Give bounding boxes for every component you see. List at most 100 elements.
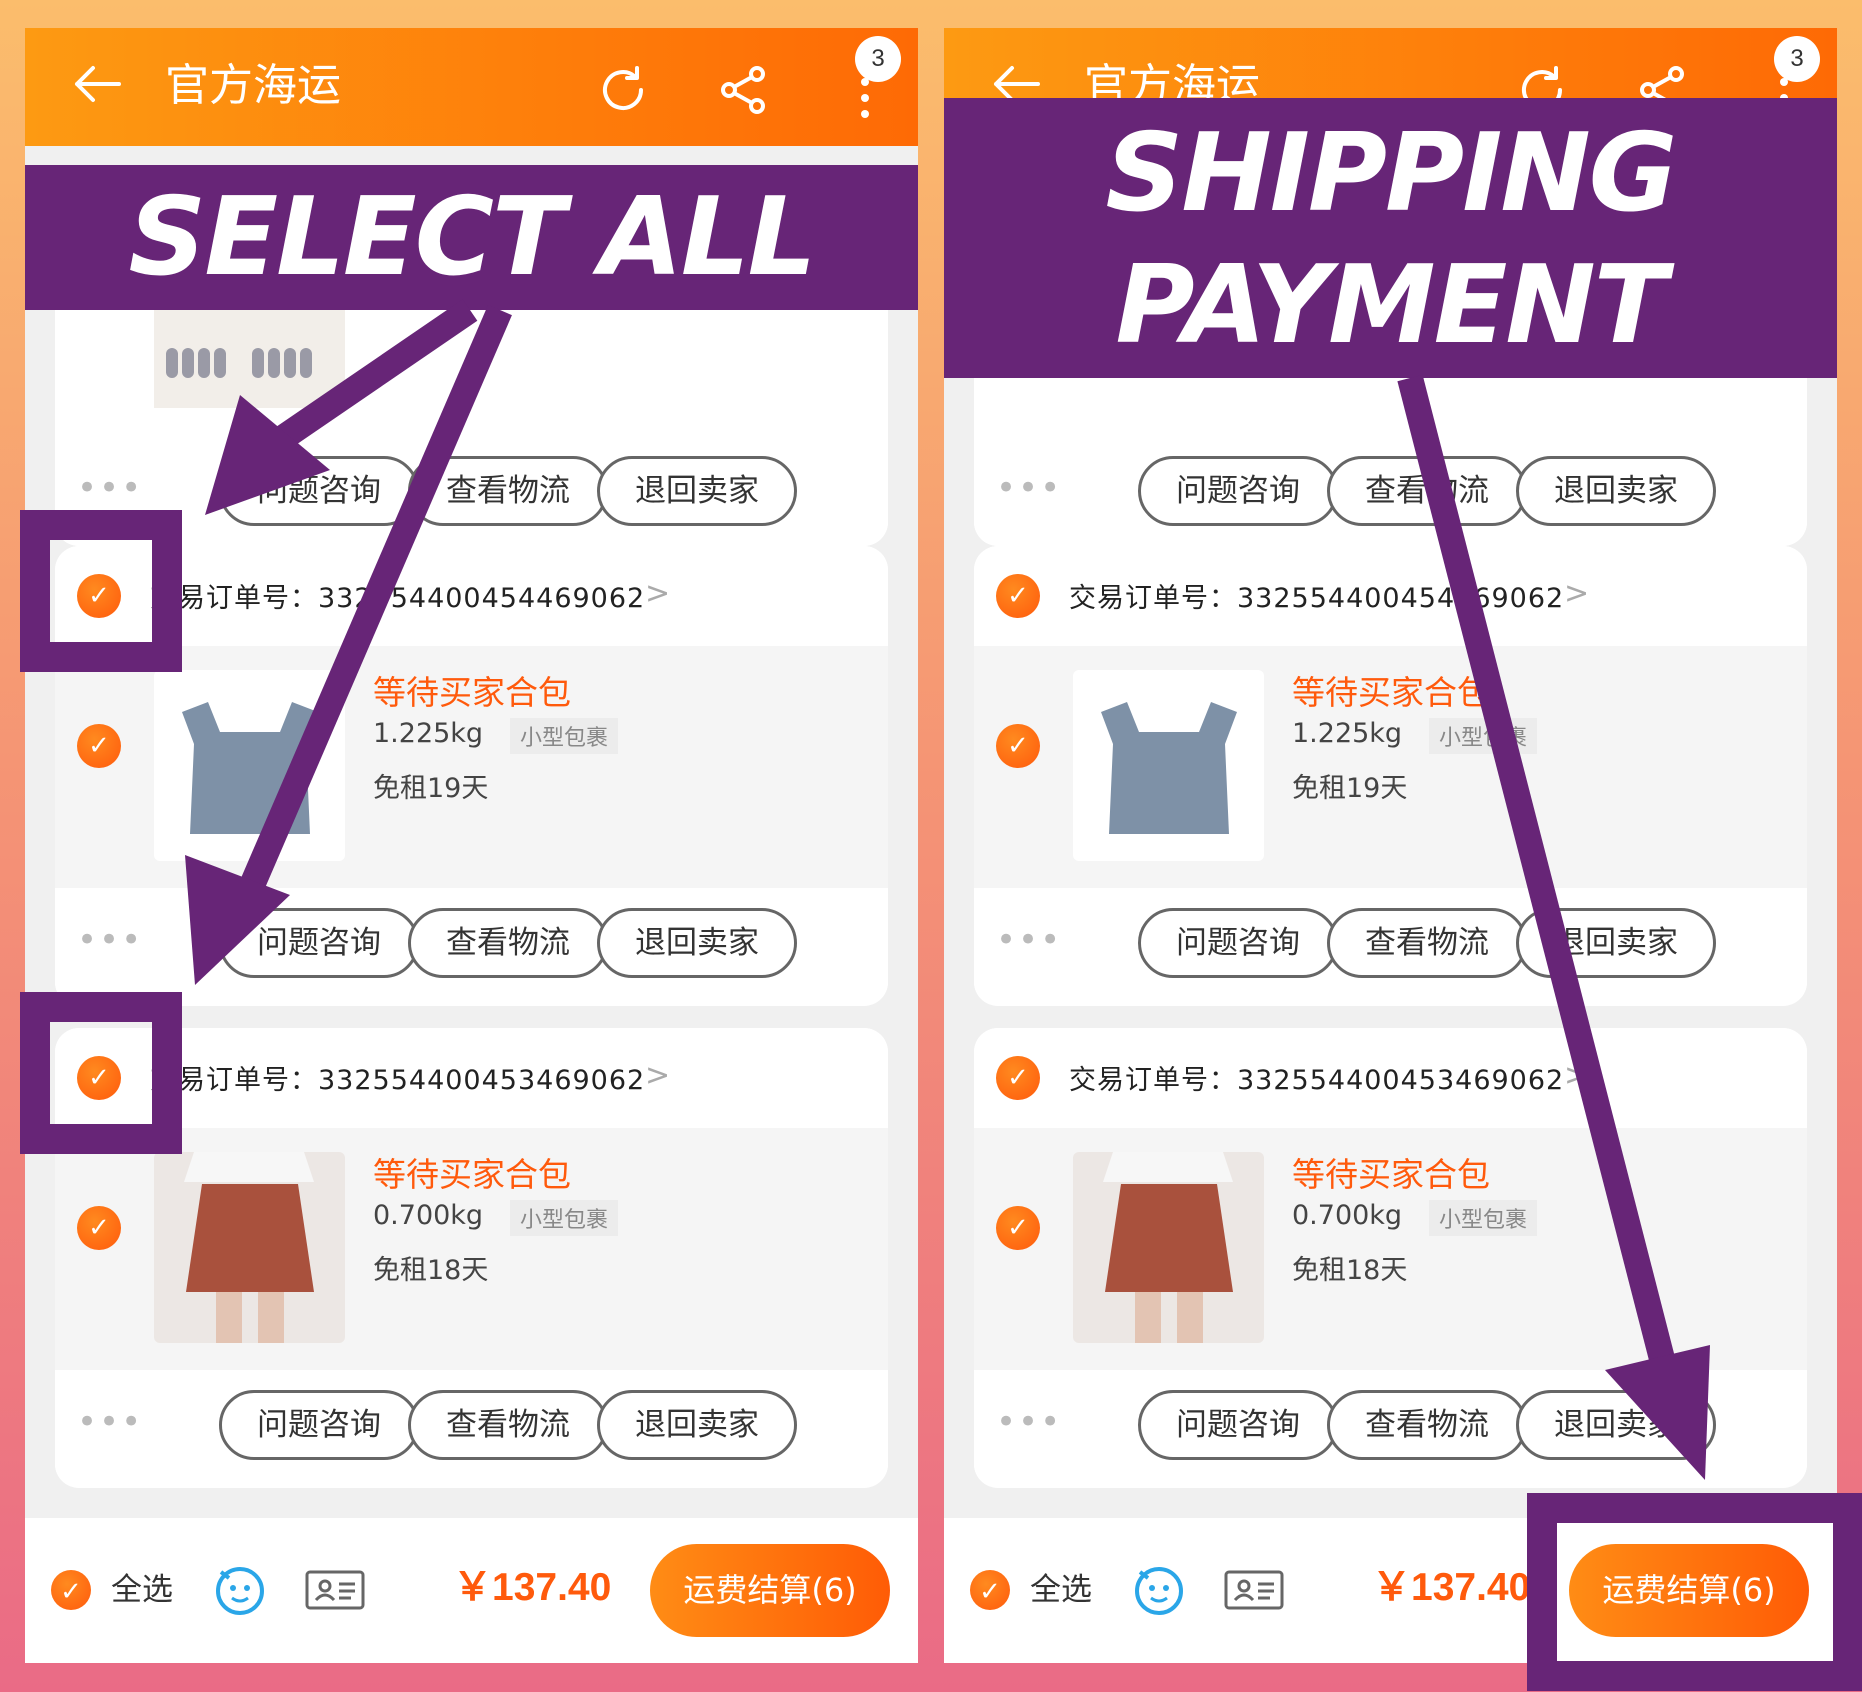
- return-seller-button[interactable]: 退回卖家: [597, 1390, 797, 1460]
- order-checkbox[interactable]: ✓: [996, 574, 1040, 618]
- free-storage-days: 免租19天: [373, 773, 489, 804]
- order-header[interactable]: ✓ 交易订单号：332554400453469062 >: [55, 1028, 888, 1128]
- top-app-bar: 官方海运 3: [25, 28, 918, 146]
- logistics-button[interactable]: 查看物流: [1327, 456, 1527, 526]
- select-all-label[interactable]: 全选: [111, 1564, 173, 1609]
- more-dots-icon[interactable]: •••: [77, 1405, 143, 1439]
- consult-button[interactable]: 问题咨询: [219, 1390, 419, 1460]
- return-seller-button[interactable]: 退回卖家: [1516, 1390, 1716, 1460]
- action-row: ••• 问题咨询 查看物流 退回卖家: [974, 1370, 1807, 1480]
- notification-badge: 3: [1774, 36, 1820, 82]
- order-status: 等待买家合包: [1292, 1155, 1490, 1194]
- return-seller-button[interactable]: 退回卖家: [1516, 456, 1716, 526]
- consult-button[interactable]: 问题咨询: [1138, 1390, 1338, 1460]
- item-row: ✓ 等待买家合包 0.700kg 小型包裹 免租18天: [974, 1128, 1807, 1370]
- order-number-label: 交易订单号：332554400454469062: [150, 583, 646, 614]
- select-all-checkbox[interactable]: ✓: [970, 1570, 1010, 1610]
- refresh-icon[interactable]: [595, 62, 651, 118]
- item-row: ✓ 等待买家合包 1.225kg 小型包裹 免租19天: [974, 646, 1807, 888]
- logistics-button[interactable]: 查看物流: [408, 1390, 608, 1460]
- order-number-label: 交易订单号：332554400453469062: [150, 1065, 646, 1096]
- return-seller-button[interactable]: 退回卖家: [597, 456, 797, 526]
- bottom-checkout-bar: ✓ 全选 ￥137.40 运费结算(6): [944, 1518, 1837, 1663]
- logistics-button[interactable]: 查看物流: [408, 908, 608, 978]
- free-storage-days: 免租18天: [1292, 1255, 1408, 1286]
- chevron-right-icon: >: [1564, 1058, 1590, 1093]
- shipping-payment-button[interactable]: 运费结算(6): [1569, 1544, 1809, 1637]
- logistics-button[interactable]: 查看物流: [408, 456, 608, 526]
- package-type-tag: 小型包裹: [1429, 718, 1538, 754]
- consult-button[interactable]: 问题咨询: [1138, 456, 1338, 526]
- order-status: 等待买家合包: [373, 673, 571, 712]
- customer-service-icon[interactable]: [213, 1562, 267, 1616]
- logistics-button[interactable]: 查看物流: [1327, 908, 1527, 978]
- consult-button[interactable]: 问题咨询: [219, 908, 419, 978]
- item-checkbox[interactable]: ✓: [996, 1206, 1040, 1250]
- id-card-icon[interactable]: [305, 1570, 365, 1610]
- logistics-button[interactable]: 查看物流: [1327, 1390, 1527, 1460]
- order-card-1: ✓ 交易订单号：332554400454469062 > ✓ 等待买家合包 1.…: [55, 546, 888, 1006]
- total-price: ￥137.40: [1372, 1566, 1531, 1609]
- skirt-image: [154, 1152, 345, 1343]
- crop-top-image: [1073, 670, 1264, 861]
- back-arrow-icon[interactable]: [69, 56, 125, 112]
- package-type-tag: 小型包裹: [510, 1200, 619, 1236]
- page-title: 官方海运: [165, 60, 341, 111]
- banner-line-1: SHIPPING: [1105, 111, 1678, 236]
- more-dots-icon[interactable]: •••: [77, 923, 143, 957]
- bottom-checkout-bar: ✓ 全选 ￥137.40 运费结算(6): [25, 1518, 918, 1663]
- package-type-tag: 小型包裹: [510, 718, 619, 754]
- order-card-2: ✓ 交易订单号：332554400453469062 > ✓ 等待买家合包 0.…: [55, 1028, 888, 1488]
- crop-top-image: [154, 670, 345, 861]
- free-storage-days: 免租19天: [1292, 773, 1408, 804]
- order-header[interactable]: ✓ 交易订单号：332554400453469062 >: [974, 1028, 1807, 1128]
- action-row: ••• 问题咨询 查看物流 退回卖家: [974, 436, 1807, 546]
- item-row: ✓ 等待买家合包 0.700kg 小型包裹 免租18天: [55, 1128, 888, 1370]
- chevron-right-icon: >: [1564, 576, 1590, 611]
- order-checkbox[interactable]: ✓: [77, 574, 121, 618]
- action-row: ••• 问题咨询 查看物流 退回卖家: [974, 888, 1807, 998]
- order-card-2: ✓ 交易订单号：332554400453469062 > ✓ 等待买家合包 0.…: [974, 1028, 1807, 1488]
- return-seller-button[interactable]: 退回卖家: [1516, 908, 1716, 978]
- banner-line-2: PAYMENT: [1115, 243, 1668, 368]
- action-row: ••• 问题咨询 查看物流 退回卖家: [55, 436, 888, 546]
- id-card-icon[interactable]: [1224, 1570, 1284, 1610]
- more-dots-icon[interactable]: •••: [996, 1405, 1062, 1439]
- package-weight: 0.700kg: [373, 1200, 484, 1231]
- notification-badge: 3: [855, 36, 901, 82]
- select-all-banner: SELECT ALL: [25, 165, 918, 310]
- return-seller-button[interactable]: 退回卖家: [597, 908, 797, 978]
- order-number-label: 交易订单号：332554400453469062: [1069, 1065, 1565, 1096]
- order-checkbox[interactable]: ✓: [996, 1056, 1040, 1100]
- consult-button[interactable]: 问题咨询: [1138, 908, 1338, 978]
- share-icon[interactable]: [715, 62, 771, 118]
- select-all-label[interactable]: 全选: [1030, 1564, 1092, 1609]
- free-storage-days: 免租18天: [373, 1255, 489, 1286]
- order-checkbox[interactable]: ✓: [77, 1056, 121, 1100]
- package-weight: 1.225kg: [373, 718, 484, 749]
- order-card-partial: ••• 问题咨询 查看物流 退回卖家: [55, 278, 888, 546]
- order-header[interactable]: ✓ 交易订单号：332554400454469062 >: [974, 546, 1807, 646]
- item-checkbox[interactable]: ✓: [77, 724, 121, 768]
- order-status: 等待买家合包: [1292, 673, 1490, 712]
- shipping-payment-button[interactable]: 运费结算(6): [650, 1544, 890, 1637]
- package-weight: 0.700kg: [1292, 1200, 1403, 1231]
- consult-button[interactable]: 问题咨询: [219, 456, 419, 526]
- select-all-checkbox[interactable]: ✓: [51, 1570, 91, 1610]
- chevron-right-icon: >: [645, 576, 671, 611]
- order-header[interactable]: ✓ 交易订单号：332554400454469062 >: [55, 546, 888, 646]
- more-dots-icon[interactable]: •••: [77, 471, 143, 505]
- action-row: ••• 问题咨询 查看物流 退回卖家: [55, 888, 888, 998]
- skirt-image: [1073, 1152, 1264, 1343]
- item-checkbox[interactable]: ✓: [996, 724, 1040, 768]
- package-weight: 1.225kg: [1292, 718, 1403, 749]
- item-checkbox[interactable]: ✓: [77, 1206, 121, 1250]
- customer-service-icon[interactable]: [1132, 1562, 1186, 1616]
- order-card-1: ✓ 交易订单号：332554400454469062 > ✓ 等待买家合包 1.…: [974, 546, 1807, 1006]
- more-dots-icon[interactable]: •••: [996, 471, 1062, 505]
- order-status: 等待买家合包: [373, 1155, 571, 1194]
- more-dots-icon[interactable]: •••: [996, 923, 1062, 957]
- package-type-tag: 小型包裹: [1429, 1200, 1538, 1236]
- total-price: ￥137.40: [453, 1566, 612, 1609]
- shipping-payment-banner: SHIPPING PAYMENT: [944, 98, 1837, 378]
